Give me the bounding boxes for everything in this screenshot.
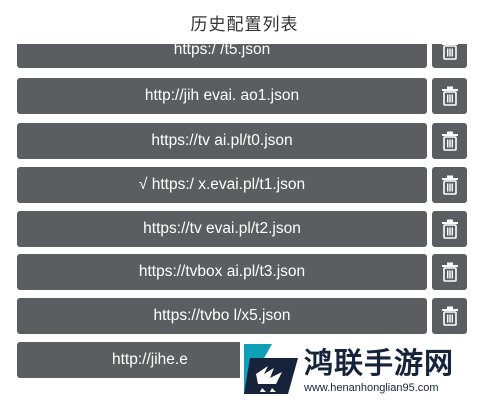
site-logo: [244, 344, 298, 394]
trash-icon: [441, 131, 458, 151]
delete-button[interactable]: [432, 167, 467, 203]
config-url-button[interactable]: https://tvbox ai.pl/t3.json: [17, 254, 427, 290]
trash-icon: [441, 219, 458, 239]
delete-button[interactable]: [432, 254, 467, 290]
delete-button[interactable]: [432, 211, 467, 247]
trash-icon: [441, 175, 458, 195]
site-watermark: 鸿联手游网 www.henanhonglian95.com: [240, 336, 489, 400]
delete-button[interactable]: [432, 123, 467, 159]
list-item-selected: √ https:/ x.evai.pl/t1.json: [17, 167, 467, 203]
delete-button[interactable]: [432, 78, 467, 114]
site-name: 鸿联手游网: [304, 346, 455, 380]
list-item: https://tvbox ai.pl/t3.json: [17, 254, 467, 290]
config-url-button[interactable]: https://tvbo l/x5.json: [17, 298, 427, 334]
site-url: www.henanhonglian95.com: [304, 382, 439, 394]
config-url-button[interactable]: http://jih evai. ao1.json: [17, 78, 427, 114]
dialog-title: 历史配置列表: [190, 14, 299, 34]
config-url-button[interactable]: https://tv evai.pl/t2.json: [17, 211, 427, 247]
list-item: https://tv ai.pl/t0.json: [17, 123, 467, 159]
trash-icon: [441, 306, 458, 326]
config-url-button[interactable]: https://tv ai.pl/t0.json: [17, 123, 427, 159]
list-item: https://tv evai.pl/t2.json: [17, 211, 467, 247]
trash-icon: [441, 262, 458, 282]
list-item: http://jih evai. ao1.json: [17, 78, 467, 114]
config-url-button[interactable]: √ https:/ x.evai.pl/t1.json: [17, 167, 427, 203]
list-item: https://tvbo l/x5.json: [17, 298, 467, 334]
trash-icon: [441, 86, 458, 106]
dialog-header: 历史配置列表: [0, 0, 489, 44]
delete-button[interactable]: [432, 298, 467, 334]
